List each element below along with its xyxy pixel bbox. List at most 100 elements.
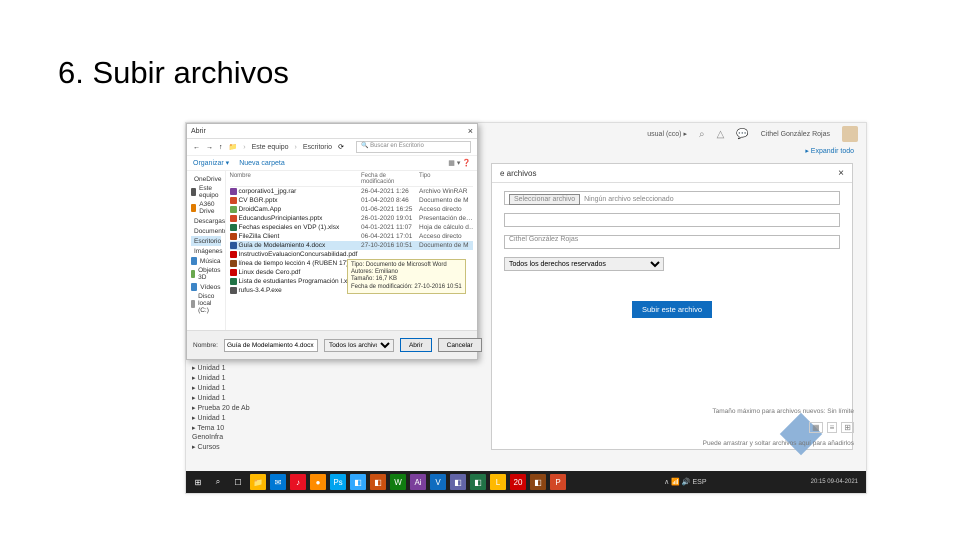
tree-item[interactable]: ▸ Unidad 1 [192,363,282,373]
course-tree: ▸ Unidad 1▸ Unidad 1▸ Unidad 1▸ Unidad 1… [192,363,282,452]
taskbar-app[interactable]: P [550,474,566,490]
taskbar-app[interactable]: 📁 [250,474,266,490]
path-desktop[interactable]: Escritorio [303,144,332,151]
modal-title: e archivos [500,169,536,178]
taskbar-app[interactable]: ⌕ [210,474,226,490]
tree-item[interactable]: ▸ Prueba 20 de Ab [192,403,282,413]
sidebar-item[interactable]: Documentos [191,226,221,236]
dialog-sidebar: OneDriveEste equipoA360 DriveDescargasDo… [187,171,226,331]
author-field[interactable]: Cithel González Rojas [504,235,840,249]
attachment-field[interactable]: Seleccionar archivo Ningún archivo selec… [504,191,840,205]
path-root[interactable]: 📁 [229,143,238,151]
taskbar-tray[interactable]: ∧ 📶 🔊 ESP [664,478,706,486]
license-select[interactable]: Todos los derechos reservados [504,257,664,271]
sidebar-item[interactable]: OneDrive [191,174,221,184]
col-name[interactable]: Nombre [230,173,361,185]
tree-item[interactable]: ▸ Cursos [192,442,282,452]
dialog-toolbar: Organizar ▾ Nueva carpeta ▦ ▾ ❓ [187,155,477,171]
breadcrumb: ← → ↑ 📁 › Este equipo › Escritorio ⟳ 🔍 B… [187,139,477,155]
nav-up-icon[interactable]: ↑ [219,144,223,151]
taskbar-app[interactable]: ● [310,474,326,490]
col-date[interactable]: Fecha de modificación [361,173,419,185]
sidebar-item[interactable]: Descargas [191,216,221,226]
tree-item[interactable]: ▸ Unidad 1 [192,373,282,383]
filter-select[interactable]: Todos los archivos (*.*) [324,339,394,352]
organize-menu[interactable]: Organizar ▾ [193,159,229,167]
sidebar-item[interactable]: Objetos 3D [191,266,221,282]
open-button[interactable]: Abrir [400,338,432,352]
tree-item[interactable]: GenoInfra [192,433,282,442]
refresh-icon[interactable]: ⟳ [338,143,344,151]
taskbar-app[interactable]: Ai [410,474,426,490]
view-toggle[interactable]: ▦ ▾ ❓ [448,159,471,167]
sidebar-item[interactable]: Este equipo [191,184,221,200]
tree-item[interactable]: ▸ Unidad 1 [192,393,282,403]
user-name[interactable]: Cithel González Rojas [761,131,830,138]
taskbar-clock[interactable]: 20:15 09-04-2021 [811,479,862,486]
dialog-search-input[interactable]: 🔍 Buscar en Escritorio [356,141,471,153]
taskbar-app[interactable]: Ps [330,474,346,490]
taskbar-app[interactable]: ◧ [450,474,466,490]
avatar[interactable] [842,126,858,142]
file-row[interactable]: EducandusPrincipiantes.pptx26-01-2020 19… [230,214,473,223]
chat-icon[interactable]: 💬 [736,129,748,140]
file-row[interactable]: corporativo1_jpg.rar26-04-2021 1:26Archi… [230,187,473,196]
tree-item[interactable]: ▸ Unidad 1 [192,383,282,393]
expand-all-link[interactable]: ▸ Expandir todo [805,147,854,155]
tree-item[interactable]: ▸ Unidad 1 [192,413,282,423]
notif-icon[interactable]: △ [717,129,725,140]
taskbar-app[interactable]: ◧ [370,474,386,490]
file-row[interactable]: Guía de Modelamiento 4.docx27-10-2016 10… [230,241,473,250]
new-folder-button[interactable]: Nueva carpeta [239,160,285,167]
max-size-note: Tamaño máximo para archivos nuevos: Sin … [712,408,854,415]
filename-label: Nombre: [193,342,218,349]
save-as-field[interactable] [504,213,840,227]
choose-file-button[interactable]: Seleccionar archivo [509,194,580,205]
upload-submit-button[interactable]: Subir este archivo [632,301,712,318]
file-row[interactable]: DroidCam.App01-06-2021 16:25Acceso direc… [230,205,473,214]
dialog-footer: Nombre: Todos los archivos (*.*) Abrir C… [187,330,477,359]
nav-back-icon[interactable]: ← [193,144,200,151]
file-row[interactable]: FileZilla Client06-04-2021 17:01Acceso d… [230,232,473,241]
upload-modal: e archivos × Seleccionar archivo Ningún … [491,163,853,450]
taskbar-app[interactable]: ◧ [530,474,546,490]
taskbar-app[interactable]: ✉ [270,474,286,490]
course-hint: usual (cco) ▸ [647,130,687,138]
taskbar-app[interactable]: 20 [510,474,526,490]
taskbar-app[interactable]: ⊞ [190,474,206,490]
path-pc[interactable]: Este equipo [252,144,289,151]
sidebar-item[interactable]: A360 Drive [191,200,221,216]
lms-topbar: usual (cco) ▸ ⌕ △ 💬 Cithel González Roja… [470,123,866,145]
taskbar-app[interactable]: L [490,474,506,490]
file-open-dialog: Abrir × ← → ↑ 📁 › Este equipo › Escritor… [186,123,478,360]
search-icon[interactable]: ⌕ [699,129,705,140]
sidebar-item[interactable]: Escritorio [191,236,221,246]
sidebar-item[interactable]: Música [191,256,221,266]
dialog-title: Abrir [191,128,206,135]
filename-input[interactable] [224,339,318,352]
dialog-close-icon[interactable]: × [468,126,473,136]
cancel-button[interactable]: Cancelar [438,338,482,352]
taskbar-app[interactable]: ♪ [290,474,306,490]
file-row[interactable]: InstructivoEvaluacionConcursabilidad.pdf [230,250,473,259]
taskbar-app[interactable]: V [430,474,446,490]
taskbar-app[interactable]: ☐ [230,474,246,490]
file-row[interactable]: Fechas especiales en VDP (1).xlsx04-01-2… [230,223,473,232]
modal-close-icon[interactable]: × [838,168,844,179]
file-tooltip: Tipo: Documento de Microsoft WordAutores… [347,259,466,294]
sidebar-item[interactable]: Disco local (C:) [191,292,221,315]
dropzone-note: Puede arrastrar y soltar archivos aquí p… [703,440,854,447]
taskbar-app[interactable]: ◧ [470,474,486,490]
view-icons[interactable]: ▦≡⊞ [809,422,854,433]
taskbar-app[interactable]: W [390,474,406,490]
no-file-label: Ningún archivo seleccionado [584,196,674,203]
tree-item[interactable]: ▸ Tema 10 [192,423,282,433]
file-list: Nombre Fecha de modificación Tipo corpor… [226,171,477,331]
file-row[interactable]: CV BGR.pptx01-04-2020 8:46Documento de M [230,196,473,205]
nav-fwd-icon[interactable]: → [206,144,213,151]
sidebar-item[interactable]: Vídeos [191,282,221,292]
slide-title: 6. Subir archivos [58,55,289,91]
taskbar-app[interactable]: ◧ [350,474,366,490]
col-type[interactable]: Tipo [419,173,473,185]
sidebar-item[interactable]: Imágenes [191,246,221,256]
